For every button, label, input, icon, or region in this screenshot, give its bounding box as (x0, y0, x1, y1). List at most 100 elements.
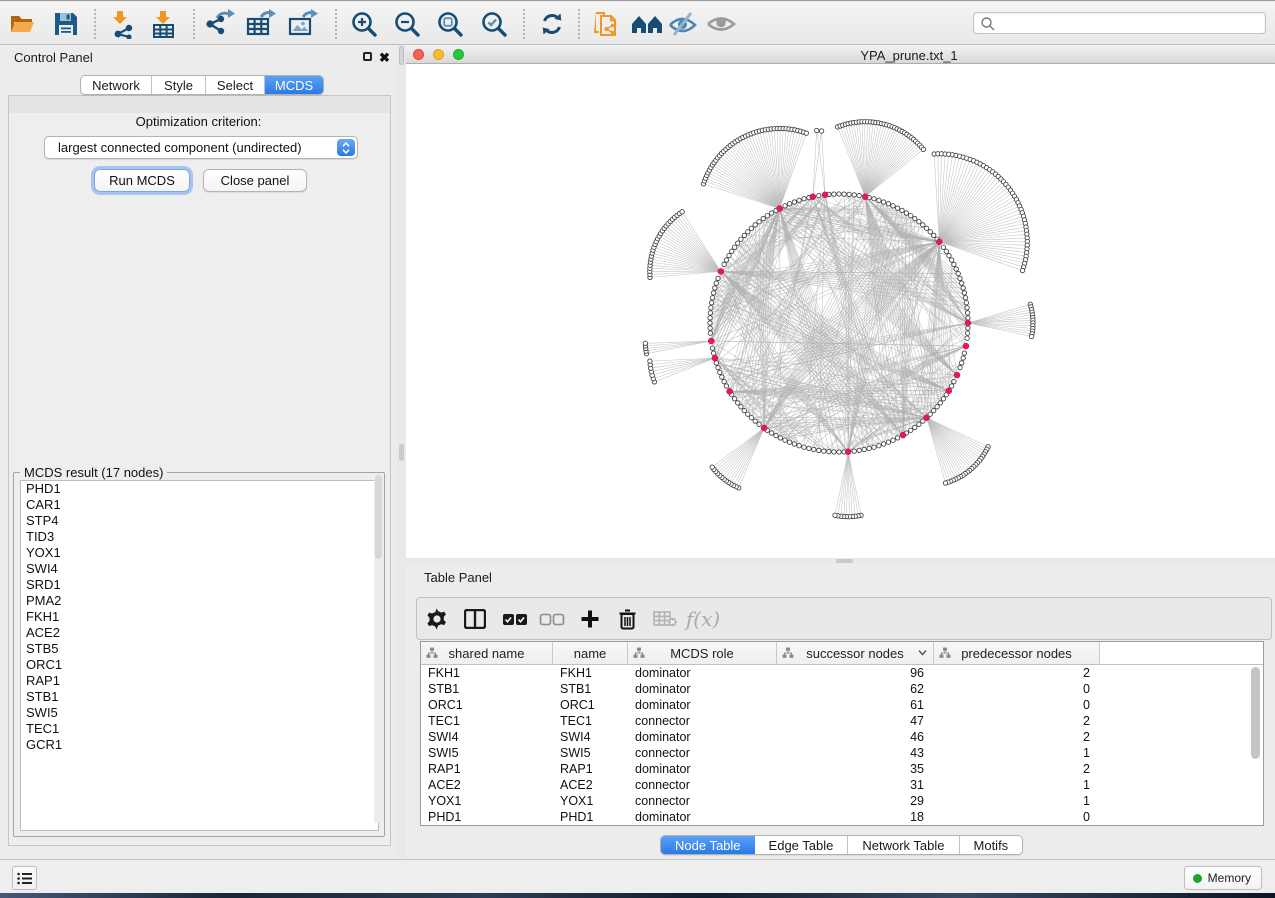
panel-menu-button[interactable] (12, 866, 37, 890)
window-close-icon[interactable] (413, 49, 424, 60)
network-window-titlebar[interactable]: YPA_prune.txt_1 (406, 45, 1275, 64)
mcds-result-item[interactable]: SWI5 (21, 705, 378, 721)
graph-node[interactable] (817, 193, 821, 197)
graph-node[interactable] (708, 338, 714, 344)
graph-node[interactable] (852, 193, 856, 197)
graph-node[interactable] (921, 147, 925, 151)
graph-node[interactable] (872, 445, 876, 449)
table-row[interactable]: FKH1FKH1dominator962 (421, 665, 1263, 681)
graph-node[interactable] (769, 431, 773, 435)
splitter-grip[interactable] (836, 559, 853, 563)
graph-node[interactable] (963, 343, 969, 349)
graph-node[interactable] (891, 438, 895, 442)
graph-node[interactable] (913, 425, 917, 429)
memory-button[interactable]: Memory (1184, 866, 1262, 890)
graph-node[interactable] (966, 326, 970, 330)
graph-node[interactable] (724, 384, 728, 388)
graph-node[interactable] (924, 415, 930, 421)
graph-node[interactable] (938, 401, 942, 405)
graph-node[interactable] (783, 438, 787, 442)
graph-node[interactable] (680, 210, 684, 214)
graph-node[interactable] (714, 361, 718, 365)
graph-node[interactable] (881, 200, 885, 204)
graph-node[interactable] (804, 131, 808, 135)
zoom-out-button[interactable] (391, 8, 423, 40)
graph-node[interactable] (928, 230, 932, 234)
run-mcds-button[interactable]: Run MCDS (94, 169, 190, 192)
graph-node[interactable] (774, 433, 778, 437)
graph-node[interactable] (778, 436, 782, 440)
mcds-result-item[interactable]: SWI4 (21, 561, 378, 577)
graph-node[interactable] (964, 301, 968, 305)
window-zoom-icon[interactable] (453, 49, 464, 60)
graph-node[interactable] (749, 226, 753, 230)
splitter-collapse-handle[interactable] (399, 46, 404, 65)
graph-node[interactable] (932, 408, 936, 412)
table-row[interactable]: SWI5SWI5connector431 (421, 745, 1263, 761)
graph-node[interactable] (753, 419, 757, 423)
graph-node[interactable] (732, 245, 736, 249)
graph-node[interactable] (711, 291, 715, 295)
graph-node[interactable] (710, 296, 714, 300)
graph-node[interactable] (797, 198, 801, 202)
graph-node[interactable] (732, 397, 736, 401)
graph-node[interactable] (815, 128, 819, 132)
graph-node[interactable] (722, 379, 726, 383)
graph-node[interactable] (783, 204, 787, 208)
graph-node[interactable] (962, 351, 966, 355)
graph-node[interactable] (739, 405, 743, 409)
graph-node[interactable] (802, 445, 806, 449)
import-table-button[interactable] (147, 8, 179, 40)
column-header-shared-name[interactable]: shared name (421, 642, 553, 664)
graph-node[interactable] (832, 192, 836, 196)
graph-node[interactable] (1020, 268, 1024, 272)
graph-node[interactable] (713, 286, 717, 290)
mcds-result-item[interactable]: TID3 (21, 529, 378, 545)
graph-node[interactable] (712, 355, 718, 361)
graph-node[interactable] (769, 211, 773, 215)
mcds-result-item[interactable]: STP4 (21, 513, 378, 529)
column-header-predecessor-nodes[interactable]: predecessor nodes (934, 642, 1100, 664)
graph-node[interactable] (958, 365, 962, 369)
function-builder-button[interactable]: f(x) (687, 603, 719, 635)
mcds-result-item[interactable]: CAR1 (21, 497, 378, 513)
graph-node[interactable] (716, 365, 720, 369)
graph-node[interactable] (913, 216, 917, 220)
search-input[interactable] (998, 14, 1258, 32)
graph-node[interactable] (965, 311, 969, 315)
table-row[interactable]: STB1STB1dominator620 (421, 681, 1263, 697)
graph-node[interactable] (857, 448, 861, 452)
mcds-result-list[interactable]: PHD1CAR1STP4TID3YOX1SWI4SRD1PMA2FKH1ACE2… (20, 480, 379, 831)
graph-node[interactable] (891, 204, 895, 208)
graph-node[interactable] (886, 440, 890, 444)
graph-node[interactable] (736, 401, 740, 405)
show-all-button[interactable] (705, 8, 737, 40)
graph-node[interactable] (753, 223, 757, 227)
graph-node[interactable] (917, 422, 921, 426)
zoom-selected-button[interactable] (478, 8, 510, 40)
graph-node[interactable] (742, 408, 746, 412)
mcds-result-item[interactable]: STB5 (21, 641, 378, 657)
tab-select[interactable]: Select (206, 76, 265, 94)
graph-node[interactable] (742, 233, 746, 237)
graph-node[interactable] (958, 276, 962, 280)
table-row[interactable]: YOX1YOX1connector291 (421, 793, 1263, 809)
graph-node[interactable] (966, 316, 970, 320)
graph-node[interactable] (941, 397, 945, 401)
graph-node[interactable] (952, 262, 956, 266)
graph-node[interactable] (960, 281, 964, 285)
graph-node[interactable] (787, 202, 791, 206)
graph-node[interactable] (845, 449, 851, 455)
graph-node[interactable] (857, 193, 861, 197)
graph-node[interactable] (947, 253, 951, 257)
graph-node[interactable] (716, 276, 720, 280)
graph-node[interactable] (730, 249, 734, 253)
graph-node[interactable] (909, 214, 913, 218)
graph-node[interactable] (822, 449, 826, 453)
scrollbar-thumb[interactable] (375, 475, 382, 559)
graph-node[interactable] (1029, 334, 1033, 338)
graph-node[interactable] (936, 239, 942, 245)
graph-node[interactable] (954, 267, 958, 271)
first-neighbors-button[interactable] (631, 8, 663, 40)
graph-node[interactable] (949, 384, 953, 388)
